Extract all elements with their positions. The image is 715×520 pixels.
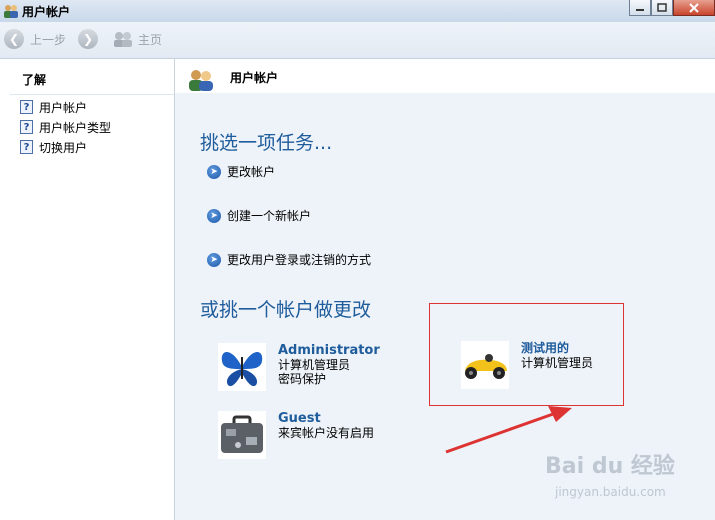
back-button[interactable]: ❮ 上一步 xyxy=(4,28,66,50)
back-label: 上一步 xyxy=(30,32,67,47)
account-name: Guest xyxy=(278,411,321,426)
task-label: 更改帐户 xyxy=(227,165,276,179)
sidebar-item-label: 切换用户 xyxy=(39,140,88,155)
maximize-icon xyxy=(657,3,667,12)
home-button[interactable]: 主页 xyxy=(112,28,162,50)
watermark: Bai du 经验 xyxy=(545,454,675,479)
account-type: 来宾帐户没有启用 xyxy=(278,426,375,440)
account-type: 计算机管理员 xyxy=(278,358,351,372)
sidebar: 了解 ? 用户帐户 ? 用户帐户类型 ? 切换用户 xyxy=(0,59,175,520)
window-controls xyxy=(629,0,715,16)
accounts-heading: 或挑一个帐户做更改 xyxy=(200,299,372,321)
user-accounts-icon xyxy=(189,70,213,91)
minimize-button[interactable] xyxy=(629,0,651,16)
sidebar-item-user-accounts[interactable]: ? 用户帐户 xyxy=(20,98,87,116)
sidebar-heading: 了解 xyxy=(10,71,174,95)
task-change-logon[interactable]: ➤ 更改用户登录或注销的方式 xyxy=(207,251,371,268)
arrow-right-icon: ➤ xyxy=(207,252,221,267)
help-icon: ? xyxy=(20,140,33,154)
arrow-right-icon: ➤ xyxy=(207,164,221,179)
title-bar: 用户帐户 xyxy=(0,0,715,22)
task-label: 创建一个新帐户 xyxy=(227,209,312,223)
annotation-highlight-box xyxy=(429,303,624,406)
briefcase-icon xyxy=(218,411,266,459)
minimize-icon xyxy=(636,8,644,11)
sidebar-item-account-types[interactable]: ? 用户帐户类型 xyxy=(20,118,111,136)
help-icon: ? xyxy=(20,100,33,114)
home-users-icon xyxy=(114,32,132,47)
account-administrator[interactable]: Administrator 计算机管理员 密码保护 xyxy=(218,343,380,391)
close-icon xyxy=(689,2,699,13)
task-create-account[interactable]: ➤ 创建一个新帐户 xyxy=(207,207,311,224)
forward-button[interactable]: ❯ xyxy=(78,28,104,50)
window-title: 用户帐户 xyxy=(22,5,71,19)
sidebar-item-label: 用户帐户 xyxy=(39,100,88,115)
close-button[interactable] xyxy=(673,0,715,16)
account-name: Administrator xyxy=(278,343,380,358)
page-title: 用户帐户 xyxy=(230,71,279,85)
home-label: 主页 xyxy=(138,32,163,47)
forward-arrow-icon: ❯ xyxy=(78,29,98,49)
navigation-toolbar: ❮ 上一步 ❯ 主页 xyxy=(0,22,715,59)
back-arrow-icon: ❮ xyxy=(4,29,24,49)
task-label: 更改用户登录或注销的方式 xyxy=(227,253,372,267)
sidebar-item-switch-user[interactable]: ? 切换用户 xyxy=(20,138,87,156)
tasks-heading: 挑选一项任务... xyxy=(200,132,333,154)
butterfly-icon xyxy=(218,343,266,391)
arrow-right-icon: ➤ xyxy=(207,208,221,223)
watermark-url: jingyan.baidu.com xyxy=(555,485,666,499)
main-header: 用户帐户 xyxy=(175,59,715,93)
account-status: 密码保护 xyxy=(278,372,327,386)
help-icon: ? xyxy=(20,120,33,134)
sidebar-item-label: 用户帐户类型 xyxy=(39,120,112,135)
account-guest[interactable]: Guest 来宾帐户没有启用 xyxy=(218,411,374,459)
task-change-account[interactable]: ➤ 更改帐户 xyxy=(207,163,275,180)
maximize-button[interactable] xyxy=(651,0,673,16)
user-accounts-icon xyxy=(4,5,18,18)
